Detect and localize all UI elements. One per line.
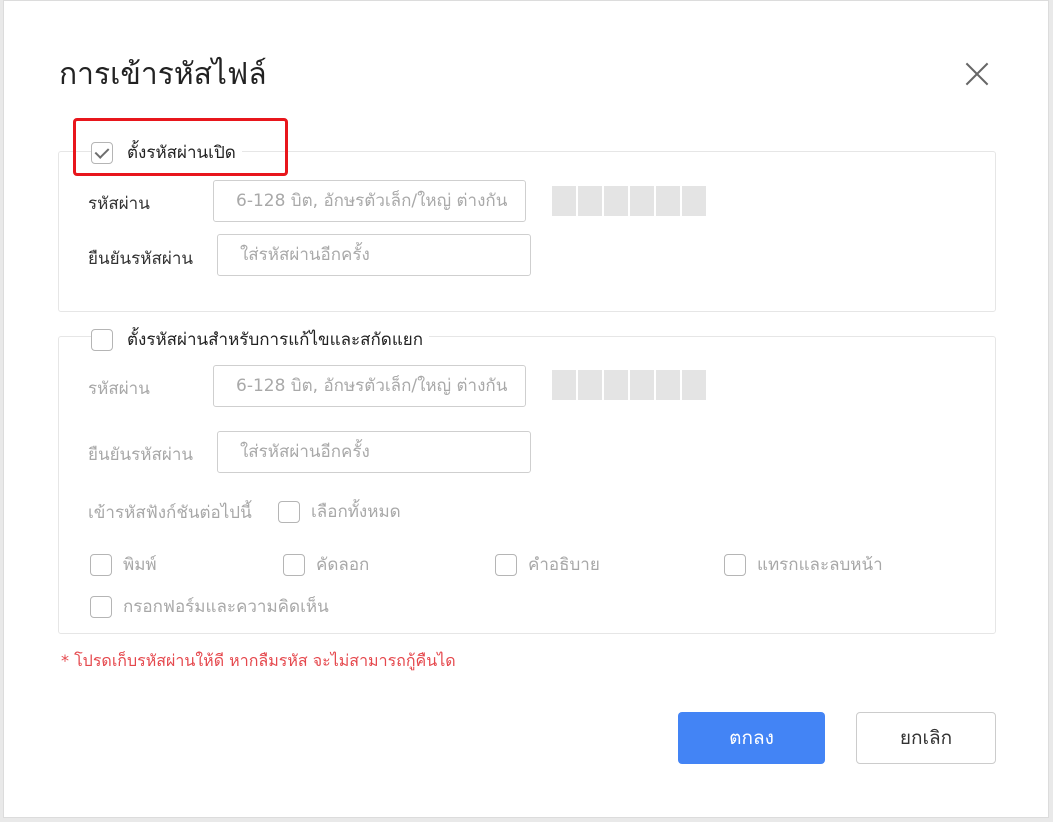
insert-delete-pages-label: แทรกและลบหน้า [757,555,883,575]
option-insert-delete-pages[interactable]: แทรกและลบหน้า [724,551,883,578]
print-label: พิมพ์ [123,555,157,575]
edit-password-checkbox-label: ตั้งรหัสผ่านสำหรับการแก้ไขและสกัดแยก [127,330,424,350]
open-password-label: รหัสผ่าน [88,194,150,214]
select-all-option[interactable]: เลือกทั้งหมด [278,498,401,525]
fill-forms-checkbox[interactable] [90,595,112,618]
option-comment[interactable]: คำอธิบาย [495,551,600,578]
warning-text: * โปรดเก็บรหัสผ่านให้ดี หากลืมรหัส จะไม่… [61,651,456,670]
ok-button[interactable]: ตกลง [678,712,825,764]
open-password-input[interactable]: 6-128 บิต, อักษรตัวเล็ก/ใหญ่ ต่างกัน [213,180,526,222]
edit-password-input[interactable]: 6-128 บิต, อักษรตัวเล็ก/ใหญ่ ต่างกัน [213,365,526,407]
copy-label: คัดลอก [316,555,370,575]
edit-confirm-label: ยืนยันรหัสผ่าน [88,445,194,465]
edit-password-group [58,336,996,634]
select-all-checkbox[interactable] [278,500,300,523]
fill-forms-label: กรอกฟอร์มและความคิดเห็น [123,597,329,617]
edit-password-label: รหัสผ่าน [88,379,150,399]
open-confirm-label: ยืนยันรหัสผ่าน [88,249,194,269]
encryption-dialog: การเข้ารหัสไฟล์ ตั้งรหัสผ่านเปิด รหัสผ่า… [3,0,1049,818]
dialog-title: การเข้ารหัสไฟล์ [59,57,267,92]
option-fill-forms[interactable]: กรอกฟอร์มและความคิดเห็น [90,593,329,620]
option-print[interactable]: พิมพ์ [90,551,157,578]
highlight-box [73,118,288,176]
edit-password-strength-meter [552,370,706,400]
open-password-strength-meter [552,186,706,216]
functions-label: เข้ารหัสฟังก์ชันต่อไปนี้ [88,503,252,523]
edit-password-checkbox[interactable] [91,328,113,351]
select-all-label: เลือกทั้งหมด [311,502,401,522]
edit-password-toggle[interactable]: ตั้งรหัสผ่านสำหรับการแก้ไขและสกัดแยก [91,326,430,353]
comment-checkbox[interactable] [495,553,517,576]
edit-confirm-input[interactable]: ใส่รหัสผ่านอีกครั้ง [217,431,531,473]
close-icon[interactable] [960,57,994,91]
comment-label: คำอธิบาย [528,555,600,575]
print-checkbox[interactable] [90,553,112,576]
open-confirm-input[interactable]: ใส่รหัสผ่านอีกครั้ง [217,234,531,276]
copy-checkbox[interactable] [283,553,305,576]
insert-delete-pages-checkbox[interactable] [724,553,746,576]
option-copy[interactable]: คัดลอก [283,551,369,578]
cancel-button[interactable]: ยกเลิก [856,712,996,764]
